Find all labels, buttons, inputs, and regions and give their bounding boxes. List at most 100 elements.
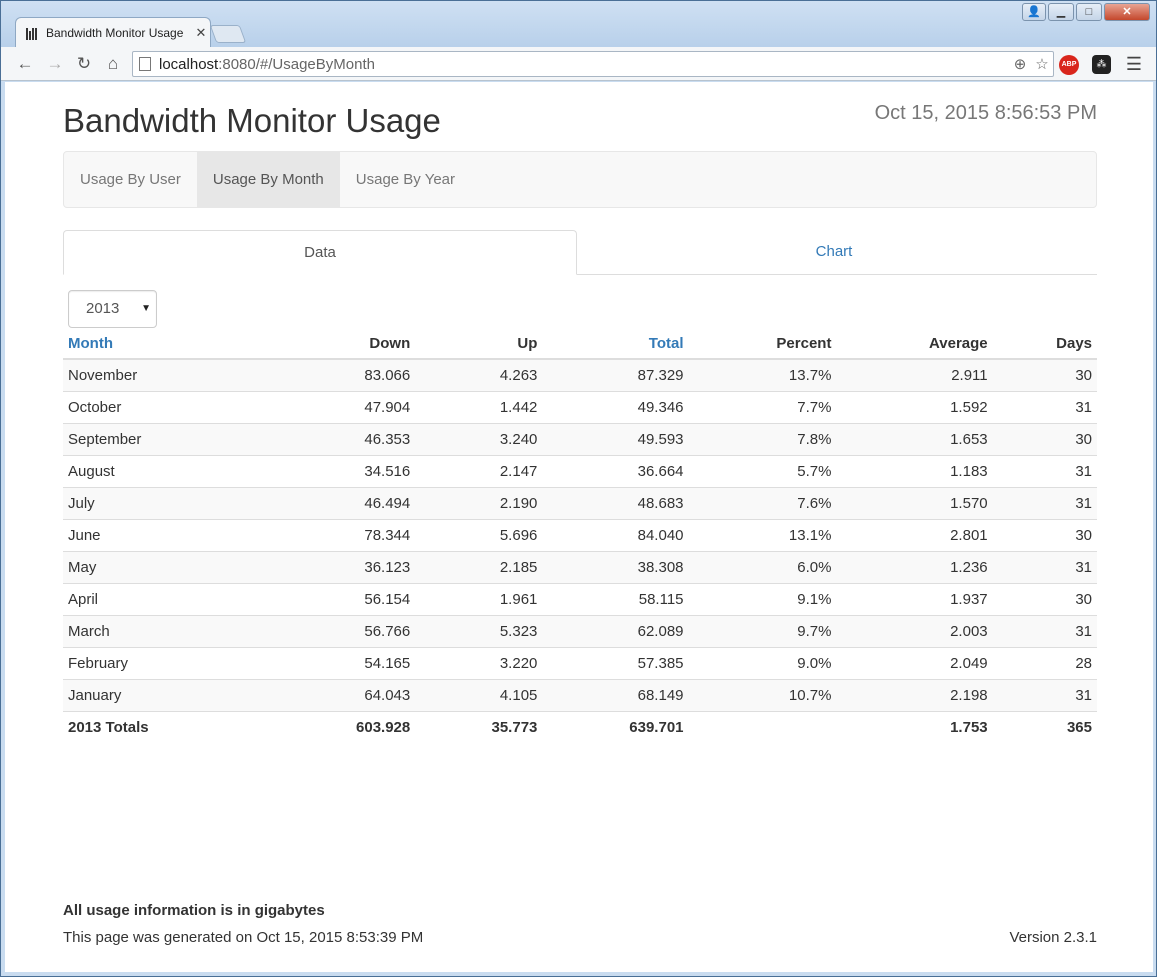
cell-down: 83.066 (269, 358, 416, 391)
year-select-value: 2013 (86, 300, 120, 317)
cell-up: 3.220 (415, 646, 543, 679)
table-row: July 46.494 2.190 48.683 7.6% 1.570 31 (63, 486, 1097, 519)
main-nav: Usage By User Usage By Month Usage By Ye… (63, 151, 1097, 208)
cell-average: 2.198 (836, 678, 993, 711)
browser-menu-icon[interactable]: ☰ (1123, 53, 1145, 75)
table-header-row: Month Down Up Total Percent Average Days (63, 328, 1097, 360)
cell-up: 2.185 (415, 550, 543, 583)
tab-chart[interactable]: Chart (577, 230, 1091, 274)
window-controls: 👤 ▁ □ ✕ (1022, 3, 1150, 21)
header-up[interactable]: Up (415, 328, 543, 360)
header-percent[interactable]: Percent (688, 328, 837, 360)
nav-usage-by-month[interactable]: Usage By Month (196, 152, 340, 207)
cell-month: August (63, 454, 270, 487)
browser-tab[interactable]: Bandwidth Monitor Usage ✕ (15, 17, 211, 47)
cell-days: 31 (992, 390, 1097, 423)
header-average[interactable]: Average (836, 328, 993, 360)
totals-row: 2013 Totals 603.928 35.773 639.701 1.753… (63, 710, 1097, 743)
cell-down: 47.904 (269, 390, 416, 423)
cell-up: 1.442 (415, 390, 543, 423)
cell-average: 1.592 (836, 390, 993, 423)
header-days[interactable]: Days (992, 328, 1097, 360)
extension-icon[interactable]: ⁂ (1092, 55, 1111, 74)
cell-average: 1.570 (836, 486, 993, 519)
totals-total: 639.701 (542, 710, 689, 743)
table-row: February 54.165 3.220 57.385 9.0% 2.049 28 (63, 646, 1097, 679)
tab-close-icon[interactable]: ✕ (192, 25, 210, 41)
totals-days: 365 (992, 710, 1097, 743)
cell-percent: 6.0% (688, 550, 837, 583)
minimize-button[interactable]: ▁ (1048, 3, 1074, 21)
cell-days: 30 (992, 518, 1097, 551)
cell-average: 1.236 (836, 550, 993, 583)
totals-up: 35.773 (415, 710, 543, 743)
page-icon (139, 57, 151, 71)
cell-days: 30 (992, 358, 1097, 391)
cell-percent: 10.7% (688, 678, 837, 711)
new-tab-button[interactable] (209, 25, 247, 43)
cell-average: 2.003 (836, 614, 993, 647)
cell-days: 31 (992, 614, 1097, 647)
bookmark-star-icon[interactable]: ☆ (1031, 55, 1053, 73)
units-note: All usage information is in gigabytes (63, 902, 325, 919)
cell-percent: 7.8% (688, 422, 837, 455)
forward-icon[interactable]: → (43, 52, 67, 76)
cell-down: 54.165 (269, 646, 416, 679)
home-icon[interactable]: ⌂ (101, 52, 125, 76)
user-icon[interactable]: 👤 (1022, 3, 1046, 21)
cell-month: October (63, 390, 270, 423)
cell-up: 5.323 (415, 614, 543, 647)
table-row: January 64.043 4.105 68.149 10.7% 2.198 31 (63, 678, 1097, 711)
reload-icon[interactable]: ↻ (72, 52, 96, 76)
adblock-icon[interactable]: ABP (1059, 55, 1079, 75)
cell-down: 56.766 (269, 614, 416, 647)
cell-total: 36.664 (542, 454, 689, 487)
cell-up: 3.240 (415, 422, 543, 455)
header-total[interactable]: Total (542, 328, 689, 360)
generated-timestamp: This page was generated on Oct 15, 2015 … (63, 929, 424, 946)
cell-up: 2.147 (415, 454, 543, 487)
address-bar[interactable]: localhost:8080/#/UsageByMonth ⊕ ☆ (132, 51, 1054, 77)
cell-total: 87.329 (542, 358, 689, 391)
cell-days: 31 (992, 550, 1097, 583)
cell-down: 78.344 (269, 518, 416, 551)
year-select[interactable]: 2013 ▼ (68, 290, 157, 328)
totals-down: 603.928 (269, 710, 416, 743)
bandwidth-favicon-icon (26, 26, 40, 40)
browser-toolbar: ← → ↻ ⌂ localhost:8080/#/UsageByMonth ⊕ … (1, 47, 1156, 81)
cell-percent: 5.7% (688, 454, 837, 487)
cell-days: 30 (992, 422, 1097, 455)
cell-total: 57.385 (542, 646, 689, 679)
current-time: Oct 15, 2015 8:56:53 PM (874, 102, 1097, 124)
header-down[interactable]: Down (269, 328, 416, 360)
page-title: Bandwidth Monitor Usage (63, 102, 441, 139)
cell-days: 31 (992, 678, 1097, 711)
cell-days: 28 (992, 646, 1097, 679)
usage-table: Month Down Up Total Percent Average Days… (63, 328, 1097, 743)
table-row: April 56.154 1.961 58.115 9.1% 1.937 30 (63, 582, 1097, 615)
back-icon[interactable]: ← (13, 52, 37, 76)
close-window-button[interactable]: ✕ (1104, 3, 1150, 21)
nav-usage-by-year[interactable]: Usage By Year (340, 152, 471, 207)
table-row: August 34.516 2.147 36.664 5.7% 1.183 31 (63, 454, 1097, 487)
cell-up: 4.263 (415, 358, 543, 391)
cell-average: 1.183 (836, 454, 993, 487)
url-text: localhost:8080/#/UsageByMonth (159, 55, 375, 73)
cell-month: April (63, 582, 270, 615)
zoom-icon[interactable]: ⊕ (1009, 55, 1031, 73)
maximize-button[interactable]: □ (1076, 3, 1102, 21)
cell-month: September (63, 422, 270, 455)
header-month[interactable]: Month (63, 328, 270, 360)
cell-down: 46.494 (269, 486, 416, 519)
cell-total: 49.346 (542, 390, 689, 423)
table-row: June 78.344 5.696 84.040 13.1% 2.801 30 (63, 518, 1097, 551)
nav-usage-by-user[interactable]: Usage By User (64, 152, 197, 207)
cell-month: June (63, 518, 270, 551)
totals-label: 2013 Totals (63, 710, 270, 743)
tab-data[interactable]: Data (63, 230, 577, 275)
cell-up: 5.696 (415, 518, 543, 551)
cell-total: 62.089 (542, 614, 689, 647)
cell-percent: 13.1% (688, 518, 837, 551)
tab-title: Bandwidth Monitor Usage (46, 25, 184, 40)
cell-percent: 13.7% (688, 358, 837, 391)
